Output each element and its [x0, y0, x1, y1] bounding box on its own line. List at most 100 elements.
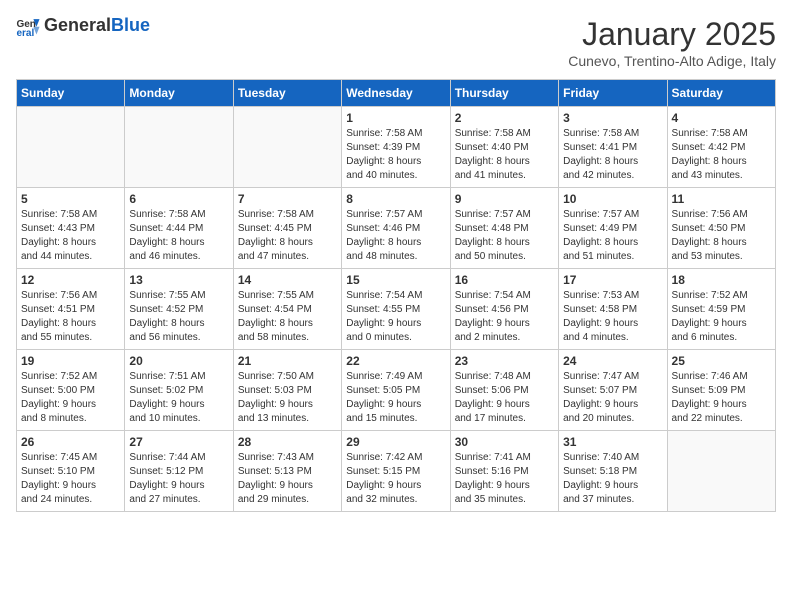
- subtitle: Cunevo, Trentino-Alto Adige, Italy: [568, 53, 776, 69]
- day-info: Sunrise: 7:47 AM Sunset: 5:07 PM Dayligh…: [563, 370, 662, 426]
- calendar-cell: 27 Sunrise: 7:44 AM Sunset: 5:12 PM Dayli…: [125, 431, 233, 512]
- day-number: 25: [672, 354, 771, 368]
- calendar-cell: 14 Sunrise: 7:55 AM Sunset: 4:54 PM Dayli…: [233, 269, 341, 350]
- day-info: Sunrise: 7:49 AM Sunset: 5:05 PM Dayligh…: [346, 370, 445, 426]
- day-number: 5: [21, 192, 120, 206]
- calendar-cell: 15Sunrise: 7:54 AM Sunset: 4:55 PM Dayli…: [342, 269, 450, 350]
- day-info: Sunrise: 7:58 AM Sunset: 4:39 PM Dayligh…: [346, 127, 445, 183]
- day-info: Sunrise: 7:41 AM Sunset: 5:16 PM Dayligh…: [455, 451, 554, 507]
- day-header-tuesday: Tuesday: [233, 80, 341, 107]
- calendar-cell: 21 Sunrise: 7:50 AM Sunset: 5:03 PM Dayli…: [233, 350, 341, 431]
- calendar-cell: 31Sunrise: 7:40 AM Sunset: 5:18 PM Dayli…: [559, 431, 667, 512]
- day-header-wednesday: Wednesday: [342, 80, 450, 107]
- header: Gen eral GeneralBlue January 2025 Cunevo…: [16, 16, 776, 69]
- day-info: Sunrise: 7:56 AM Sunset: 4:51 PM Dayligh…: [21, 289, 120, 345]
- logo-blue-text: Blue: [111, 15, 150, 35]
- day-number: 13: [129, 273, 228, 287]
- day-number: 7: [238, 192, 337, 206]
- day-number: 26: [21, 435, 120, 449]
- calendar-cell: 24Sunrise: 7:47 AM Sunset: 5:07 PM Dayli…: [559, 350, 667, 431]
- day-number: 16: [455, 273, 554, 287]
- day-number: 28: [238, 435, 337, 449]
- calendar-cell: [667, 431, 775, 512]
- day-header-saturday: Saturday: [667, 80, 775, 107]
- week-row-2: 12 Sunrise: 7:56 AM Sunset: 4:51 PM Dayli…: [17, 269, 776, 350]
- calendar-cell: 6Sunrise: 7:58 AM Sunset: 4:44 PM Daylig…: [125, 188, 233, 269]
- calendar-cell: 5 Sunrise: 7:58 AM Sunset: 4:43 PM Daylig…: [17, 188, 125, 269]
- calendar-cell: 7 Sunrise: 7:58 AM Sunset: 4:45 PM Daylig…: [233, 188, 341, 269]
- day-info: Sunrise: 7:55 AM Sunset: 4:54 PM Dayligh…: [238, 289, 337, 345]
- day-number: 29: [346, 435, 445, 449]
- day-number: 30: [455, 435, 554, 449]
- day-info: Sunrise: 7:53 AM Sunset: 4:58 PM Dayligh…: [563, 289, 662, 345]
- day-info: Sunrise: 7:58 AM Sunset: 4:45 PM Dayligh…: [238, 208, 337, 264]
- day-number: 10: [563, 192, 662, 206]
- day-number: 14: [238, 273, 337, 287]
- svg-text:eral: eral: [16, 28, 34, 36]
- day-number: 23: [455, 354, 554, 368]
- days-header-row: SundayMondayTuesdayWednesdayThursdayFrid…: [17, 80, 776, 107]
- day-info: Sunrise: 7:58 AM Sunset: 4:44 PM Dayligh…: [129, 208, 228, 264]
- day-info: Sunrise: 7:58 AM Sunset: 4:43 PM Dayligh…: [21, 208, 120, 264]
- calendar-table: SundayMondayTuesdayWednesdayThursdayFrid…: [16, 79, 776, 512]
- calendar-cell: 8 Sunrise: 7:57 AM Sunset: 4:46 PM Daylig…: [342, 188, 450, 269]
- day-info: Sunrise: 7:48 AM Sunset: 5:06 PM Dayligh…: [455, 370, 554, 426]
- day-info: Sunrise: 7:58 AM Sunset: 4:42 PM Dayligh…: [672, 127, 771, 183]
- calendar-body: 1 Sunrise: 7:58 AM Sunset: 4:39 PM Daylig…: [17, 107, 776, 512]
- day-number: 27: [129, 435, 228, 449]
- day-number: 18: [672, 273, 771, 287]
- title-area: January 2025 Cunevo, Trentino-Alto Adige…: [568, 16, 776, 69]
- calendar-cell: 30 Sunrise: 7:41 AM Sunset: 5:16 PM Dayli…: [450, 431, 558, 512]
- week-row-0: 1 Sunrise: 7:58 AM Sunset: 4:39 PM Daylig…: [17, 107, 776, 188]
- calendar-cell: 12 Sunrise: 7:56 AM Sunset: 4:51 PM Dayli…: [17, 269, 125, 350]
- day-number: 21: [238, 354, 337, 368]
- day-info: Sunrise: 7:51 AM Sunset: 5:02 PM Dayligh…: [129, 370, 228, 426]
- day-number: 31: [563, 435, 662, 449]
- logo-icon: Gen eral: [16, 16, 40, 36]
- calendar-cell: 1 Sunrise: 7:58 AM Sunset: 4:39 PM Daylig…: [342, 107, 450, 188]
- calendar-cell: 16Sunrise: 7:54 AM Sunset: 4:56 PM Dayli…: [450, 269, 558, 350]
- day-info: Sunrise: 7:43 AM Sunset: 5:13 PM Dayligh…: [238, 451, 337, 507]
- calendar-cell: [233, 107, 341, 188]
- calendar-cell: 4 Sunrise: 7:58 AM Sunset: 4:42 PM Daylig…: [667, 107, 775, 188]
- calendar-cell: 13 Sunrise: 7:55 AM Sunset: 4:52 PM Dayli…: [125, 269, 233, 350]
- day-info: Sunrise: 7:45 AM Sunset: 5:10 PM Dayligh…: [21, 451, 120, 507]
- day-info: Sunrise: 7:57 AM Sunset: 4:49 PM Dayligh…: [563, 208, 662, 264]
- day-number: 2: [455, 111, 554, 125]
- day-info: Sunrise: 7:52 AM Sunset: 5:00 PM Dayligh…: [21, 370, 120, 426]
- day-info: Sunrise: 7:56 AM Sunset: 4:50 PM Dayligh…: [672, 208, 771, 264]
- day-number: 4: [672, 111, 771, 125]
- calendar-cell: 18Sunrise: 7:52 AM Sunset: 4:59 PM Dayli…: [667, 269, 775, 350]
- day-info: Sunrise: 7:50 AM Sunset: 5:03 PM Dayligh…: [238, 370, 337, 426]
- day-info: Sunrise: 7:55 AM Sunset: 4:52 PM Dayligh…: [129, 289, 228, 345]
- calendar-cell: 2 Sunrise: 7:58 AM Sunset: 4:40 PM Daylig…: [450, 107, 558, 188]
- day-number: 19: [21, 354, 120, 368]
- logo: Gen eral GeneralBlue: [16, 16, 150, 36]
- day-number: 20: [129, 354, 228, 368]
- day-number: 1: [346, 111, 445, 125]
- day-info: Sunrise: 7:54 AM Sunset: 4:55 PM Dayligh…: [346, 289, 445, 345]
- day-number: 9: [455, 192, 554, 206]
- day-number: 8: [346, 192, 445, 206]
- calendar-cell: 10 Sunrise: 7:57 AM Sunset: 4:49 PM Dayli…: [559, 188, 667, 269]
- day-header-sunday: Sunday: [17, 80, 125, 107]
- calendar-cell: 26 Sunrise: 7:45 AM Sunset: 5:10 PM Dayli…: [17, 431, 125, 512]
- week-row-4: 26 Sunrise: 7:45 AM Sunset: 5:10 PM Dayli…: [17, 431, 776, 512]
- calendar-cell: 9Sunrise: 7:57 AM Sunset: 4:48 PM Daylig…: [450, 188, 558, 269]
- calendar-cell: 22Sunrise: 7:49 AM Sunset: 5:05 PM Dayli…: [342, 350, 450, 431]
- day-info: Sunrise: 7:44 AM Sunset: 5:12 PM Dayligh…: [129, 451, 228, 507]
- day-number: 12: [21, 273, 120, 287]
- day-number: 17: [563, 273, 662, 287]
- calendar-cell: 17 Sunrise: 7:53 AM Sunset: 4:58 PM Dayli…: [559, 269, 667, 350]
- day-header-friday: Friday: [559, 80, 667, 107]
- month-title: January 2025: [568, 16, 776, 53]
- day-info: Sunrise: 7:57 AM Sunset: 4:46 PM Dayligh…: [346, 208, 445, 264]
- day-header-thursday: Thursday: [450, 80, 558, 107]
- calendar-cell: 3Sunrise: 7:58 AM Sunset: 4:41 PM Daylig…: [559, 107, 667, 188]
- day-number: 11: [672, 192, 771, 206]
- calendar-cell: 11 Sunrise: 7:56 AM Sunset: 4:50 PM Dayli…: [667, 188, 775, 269]
- day-info: Sunrise: 7:58 AM Sunset: 4:40 PM Dayligh…: [455, 127, 554, 183]
- logo-general-text: General: [44, 15, 111, 35]
- calendar-cell: 20 Sunrise: 7:51 AM Sunset: 5:02 PM Dayli…: [125, 350, 233, 431]
- day-info: Sunrise: 7:58 AM Sunset: 4:41 PM Dayligh…: [563, 127, 662, 183]
